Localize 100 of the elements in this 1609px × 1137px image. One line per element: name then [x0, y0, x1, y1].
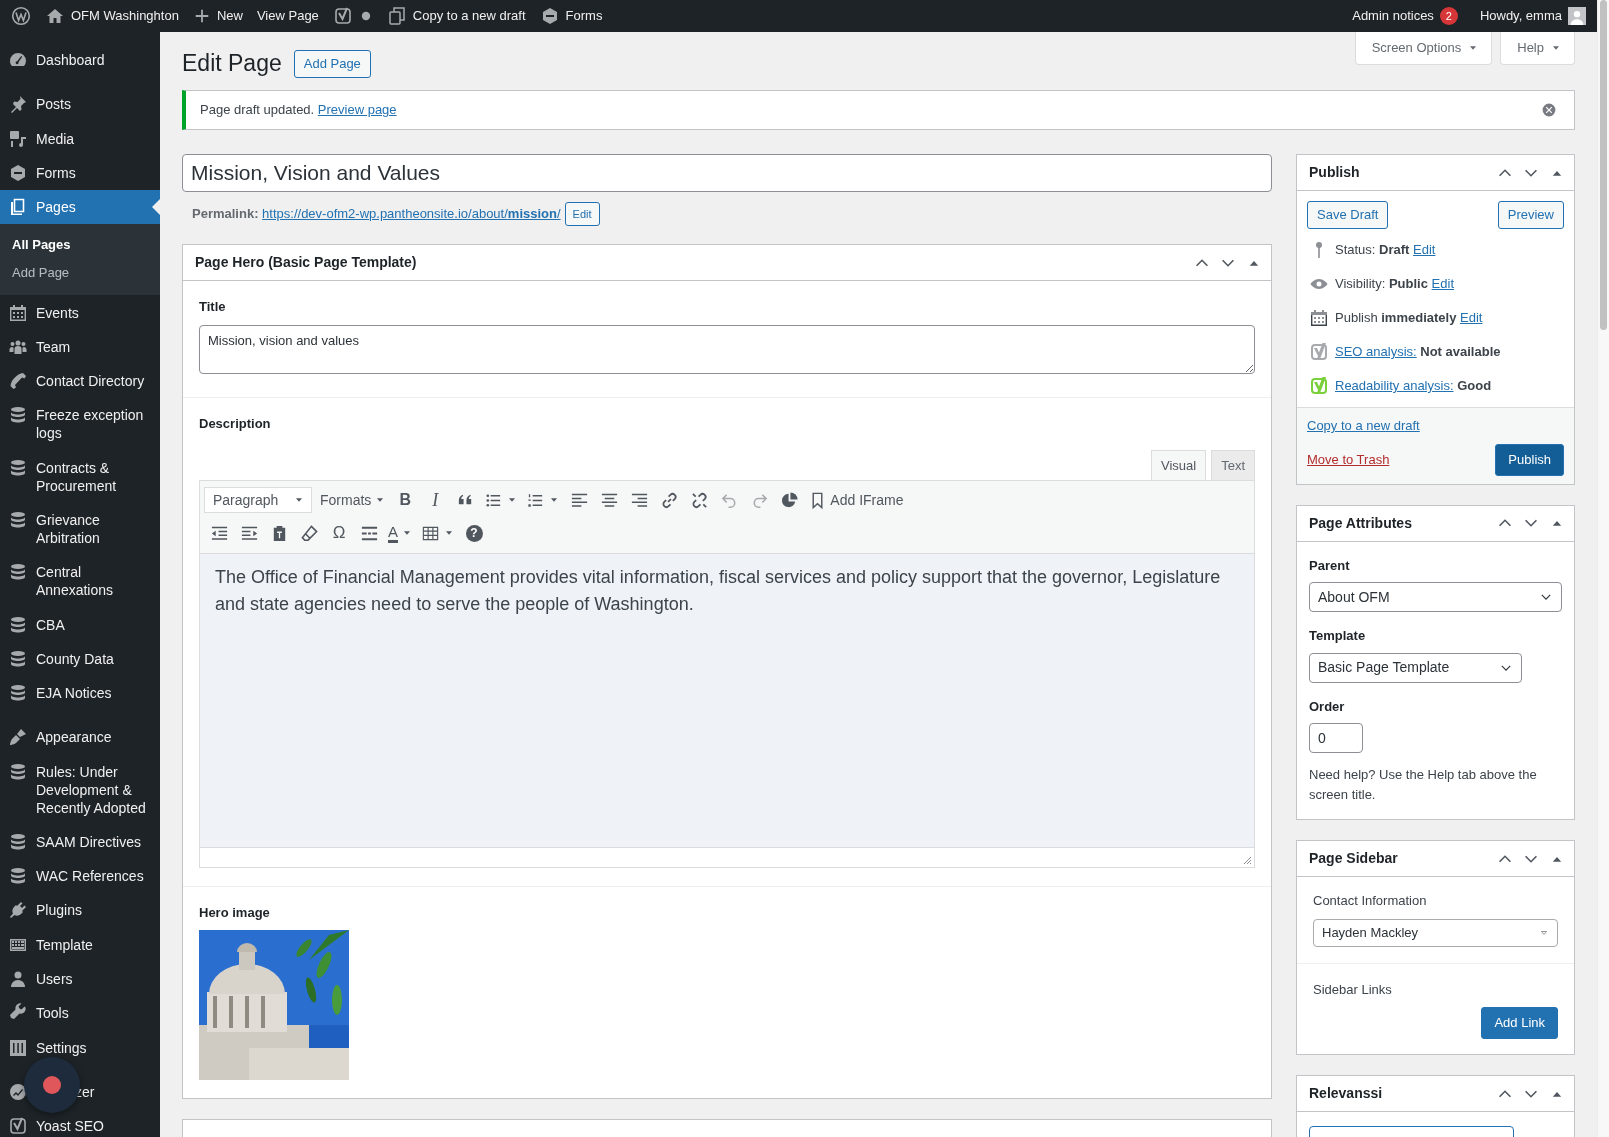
- database-icon: [8, 831, 28, 852]
- analysis-result: Readability analysis: Good: [1335, 377, 1492, 396]
- sidebar-item[interactable]: EJA Notices: [0, 675, 160, 711]
- close-icon: [1541, 102, 1557, 118]
- sidebar-item[interactable]: Contracts & Procurement: [0, 450, 160, 503]
- brush-icon: [8, 727, 28, 748]
- box-title: Page Attributes: [1309, 513, 1412, 533]
- edit-link[interactable]: Edit: [1413, 242, 1436, 258]
- sidebar-item[interactable]: County Data: [0, 641, 160, 676]
- box-title: Relevanssi: [1309, 1084, 1383, 1103]
- format-select[interactable]: Paragraph: [204, 487, 312, 513]
- site-link[interactable]: OFM Washinghton: [38, 0, 186, 32]
- trash-link[interactable]: Move to Trash: [1307, 449, 1390, 470]
- sidebar-item[interactable]: Team: [0, 329, 160, 364]
- publish-button[interactable]: Publish: [1495, 443, 1564, 476]
- contact-select[interactable]: Hayden Mackley: [1313, 918, 1558, 947]
- sidebar-item[interactable]: Media: [0, 121, 160, 156]
- eraser-icon: [299, 523, 319, 543]
- preview-link[interactable]: Preview page: [317, 102, 397, 118]
- sidebar-item[interactable]: CBA: [0, 607, 160, 642]
- formats-menu[interactable]: Formats: [316, 486, 391, 514]
- sidebar-item[interactable]: Grievance Arbitration: [0, 502, 160, 556]
- field-label: Sidebar Links: [1313, 980, 1393, 999]
- view-page-link[interactable]: View Page: [249, 0, 326, 32]
- editor-tab[interactable]: Text: [1211, 449, 1255, 480]
- box-title: Page Sidebar: [1309, 849, 1398, 868]
- admin-notices-link[interactable]: Admin notices 2: [1345, 0, 1465, 32]
- edit-permalink-button[interactable]: Edit: [564, 202, 600, 226]
- parent-select[interactable]: About OFM: [1309, 582, 1562, 612]
- box-title: Publish: [1309, 163, 1360, 182]
- media-icon: [8, 128, 28, 149]
- database-icon: [8, 761, 28, 782]
- editor-content: The Office of Financial Management provides vital information, fiscal services and policy support that the governor, Legislature and state agencies need to serve the people of Washington.: [200, 553, 1254, 847]
- submenu-item[interactable]: All Pages: [0, 231, 160, 260]
- permalink-link[interactable]: https://dev-ofm2-wp.pantheonsite.io/about/mission/: [262, 206, 561, 222]
- sidebar-item[interactable]: Yoast SEO: [0, 1109, 160, 1137]
- broken-link-icon: [689, 490, 709, 510]
- account-menu[interactable]: Howdy, emma: [1472, 0, 1593, 32]
- text-color-button[interactable]: A: [384, 519, 417, 547]
- sidebar-item[interactable]: Forms: [0, 155, 160, 191]
- sidebar-item[interactable]: Posts: [0, 87, 160, 122]
- forms-menu[interactable]: Forms: [532, 0, 610, 32]
- sidebar-item[interactable]: Users: [0, 961, 160, 997]
- sidebar-item[interactable]: Template: [0, 927, 160, 962]
- analysis-result: SEO analysis: Not available: [1335, 343, 1501, 362]
- copy-draft-link[interactable]: Copy to a new draft: [379, 0, 533, 32]
- plug-icon: [8, 900, 28, 921]
- field-label: Contact Information: [1313, 892, 1428, 910]
- pie-chart-icon: [779, 490, 799, 510]
- sliders-icon: [8, 1037, 28, 1058]
- sidebar-item[interactable]: Rules: Under Development & Recently Adopted: [0, 754, 160, 825]
- page-title: Edit Page: [182, 50, 282, 78]
- template-select[interactable]: Basic Page Template: [1309, 652, 1522, 683]
- logo-icon: [11, 6, 31, 26]
- resize-grip-icon[interactable]: [1242, 854, 1252, 865]
- analysis-link[interactable]: Readability analysis:: [1335, 378, 1454, 394]
- edit-link[interactable]: Edit: [1431, 276, 1454, 292]
- copy-draft-link[interactable]: Copy to a new draft: [1307, 416, 1420, 436]
- box-title: Page Hero (Basic Page Template): [195, 253, 417, 272]
- user-icon: [8, 969, 28, 990]
- sidebar-item[interactable]: Plugins: [0, 893, 160, 928]
- sidebar-item[interactable]: Settings: [0, 1030, 160, 1065]
- editor-tab[interactable]: Visual: [1150, 449, 1207, 480]
- copy-icon: [386, 6, 407, 26]
- add-link-button[interactable]: Add Link: [1481, 1007, 1558, 1039]
- sidebar-item[interactable]: Contact Directory: [0, 363, 160, 399]
- tick-box-icon: [332, 6, 353, 26]
- sidebar-item[interactable]: SAAM Directives: [0, 824, 160, 860]
- special-character-button[interactable]: Ω: [324, 519, 354, 547]
- permalink-text: Permalink: https://dev-ofm2-wp.pantheonsite.io/about/mission/: [192, 205, 561, 224]
- title-field[interactable]: Mission, Vision and Values: [182, 154, 1272, 192]
- iframe-button[interactable]: Add IFrame: [804, 486, 908, 514]
- help-button[interactable]: ?: [459, 519, 489, 547]
- title-textarea[interactable]: Mission, vision and values: [199, 324, 1255, 374]
- publish-setting: Status: Draft Edit: [1335, 241, 1436, 260]
- publish-setting: Publish immediately Edit: [1335, 309, 1483, 328]
- add-page-button[interactable]: Add Page: [293, 50, 371, 78]
- screen-options-tab[interactable]: Screen Options: [1354, 32, 1493, 65]
- home-icon: [45, 6, 65, 26]
- sidebar-item[interactable]: Events: [0, 295, 160, 330]
- italic-button[interactable]: I: [420, 486, 451, 514]
- bold-button[interactable]: B: [390, 486, 421, 514]
- sidebar-item[interactable]: Appearance: [0, 720, 160, 755]
- sidebar-item[interactable]: Dashboard: [0, 43, 160, 78]
- notice-text: Page draft updated. Preview page: [200, 101, 397, 120]
- analysis-link[interactable]: SEO analysis:: [1335, 344, 1417, 360]
- help-tab[interactable]: Help: [1500, 32, 1575, 65]
- save-draft-button[interactable]: Save Draft: [1307, 201, 1389, 229]
- sidebar-item[interactable]: Central Annexations: [0, 555, 160, 608]
- sidebar-item[interactable]: WAC References: [0, 859, 160, 894]
- edit-link[interactable]: Edit: [1460, 310, 1483, 326]
- submenu-item[interactable]: Add Page: [0, 259, 160, 288]
- sidebar-item[interactable]: Freeze exception logs: [0, 398, 160, 451]
- new-menu[interactable]: New: [185, 0, 250, 32]
- sidebar-item[interactable]: Tools: [0, 996, 160, 1031]
- sidebar-item[interactable]: Pages: [0, 190, 160, 225]
- avatar-icon: [1568, 7, 1586, 25]
- count-badge: 2: [1439, 7, 1458, 25]
- preview-button[interactable]: Preview: [1497, 201, 1564, 229]
- order-field[interactable]: 0: [1309, 723, 1363, 753]
